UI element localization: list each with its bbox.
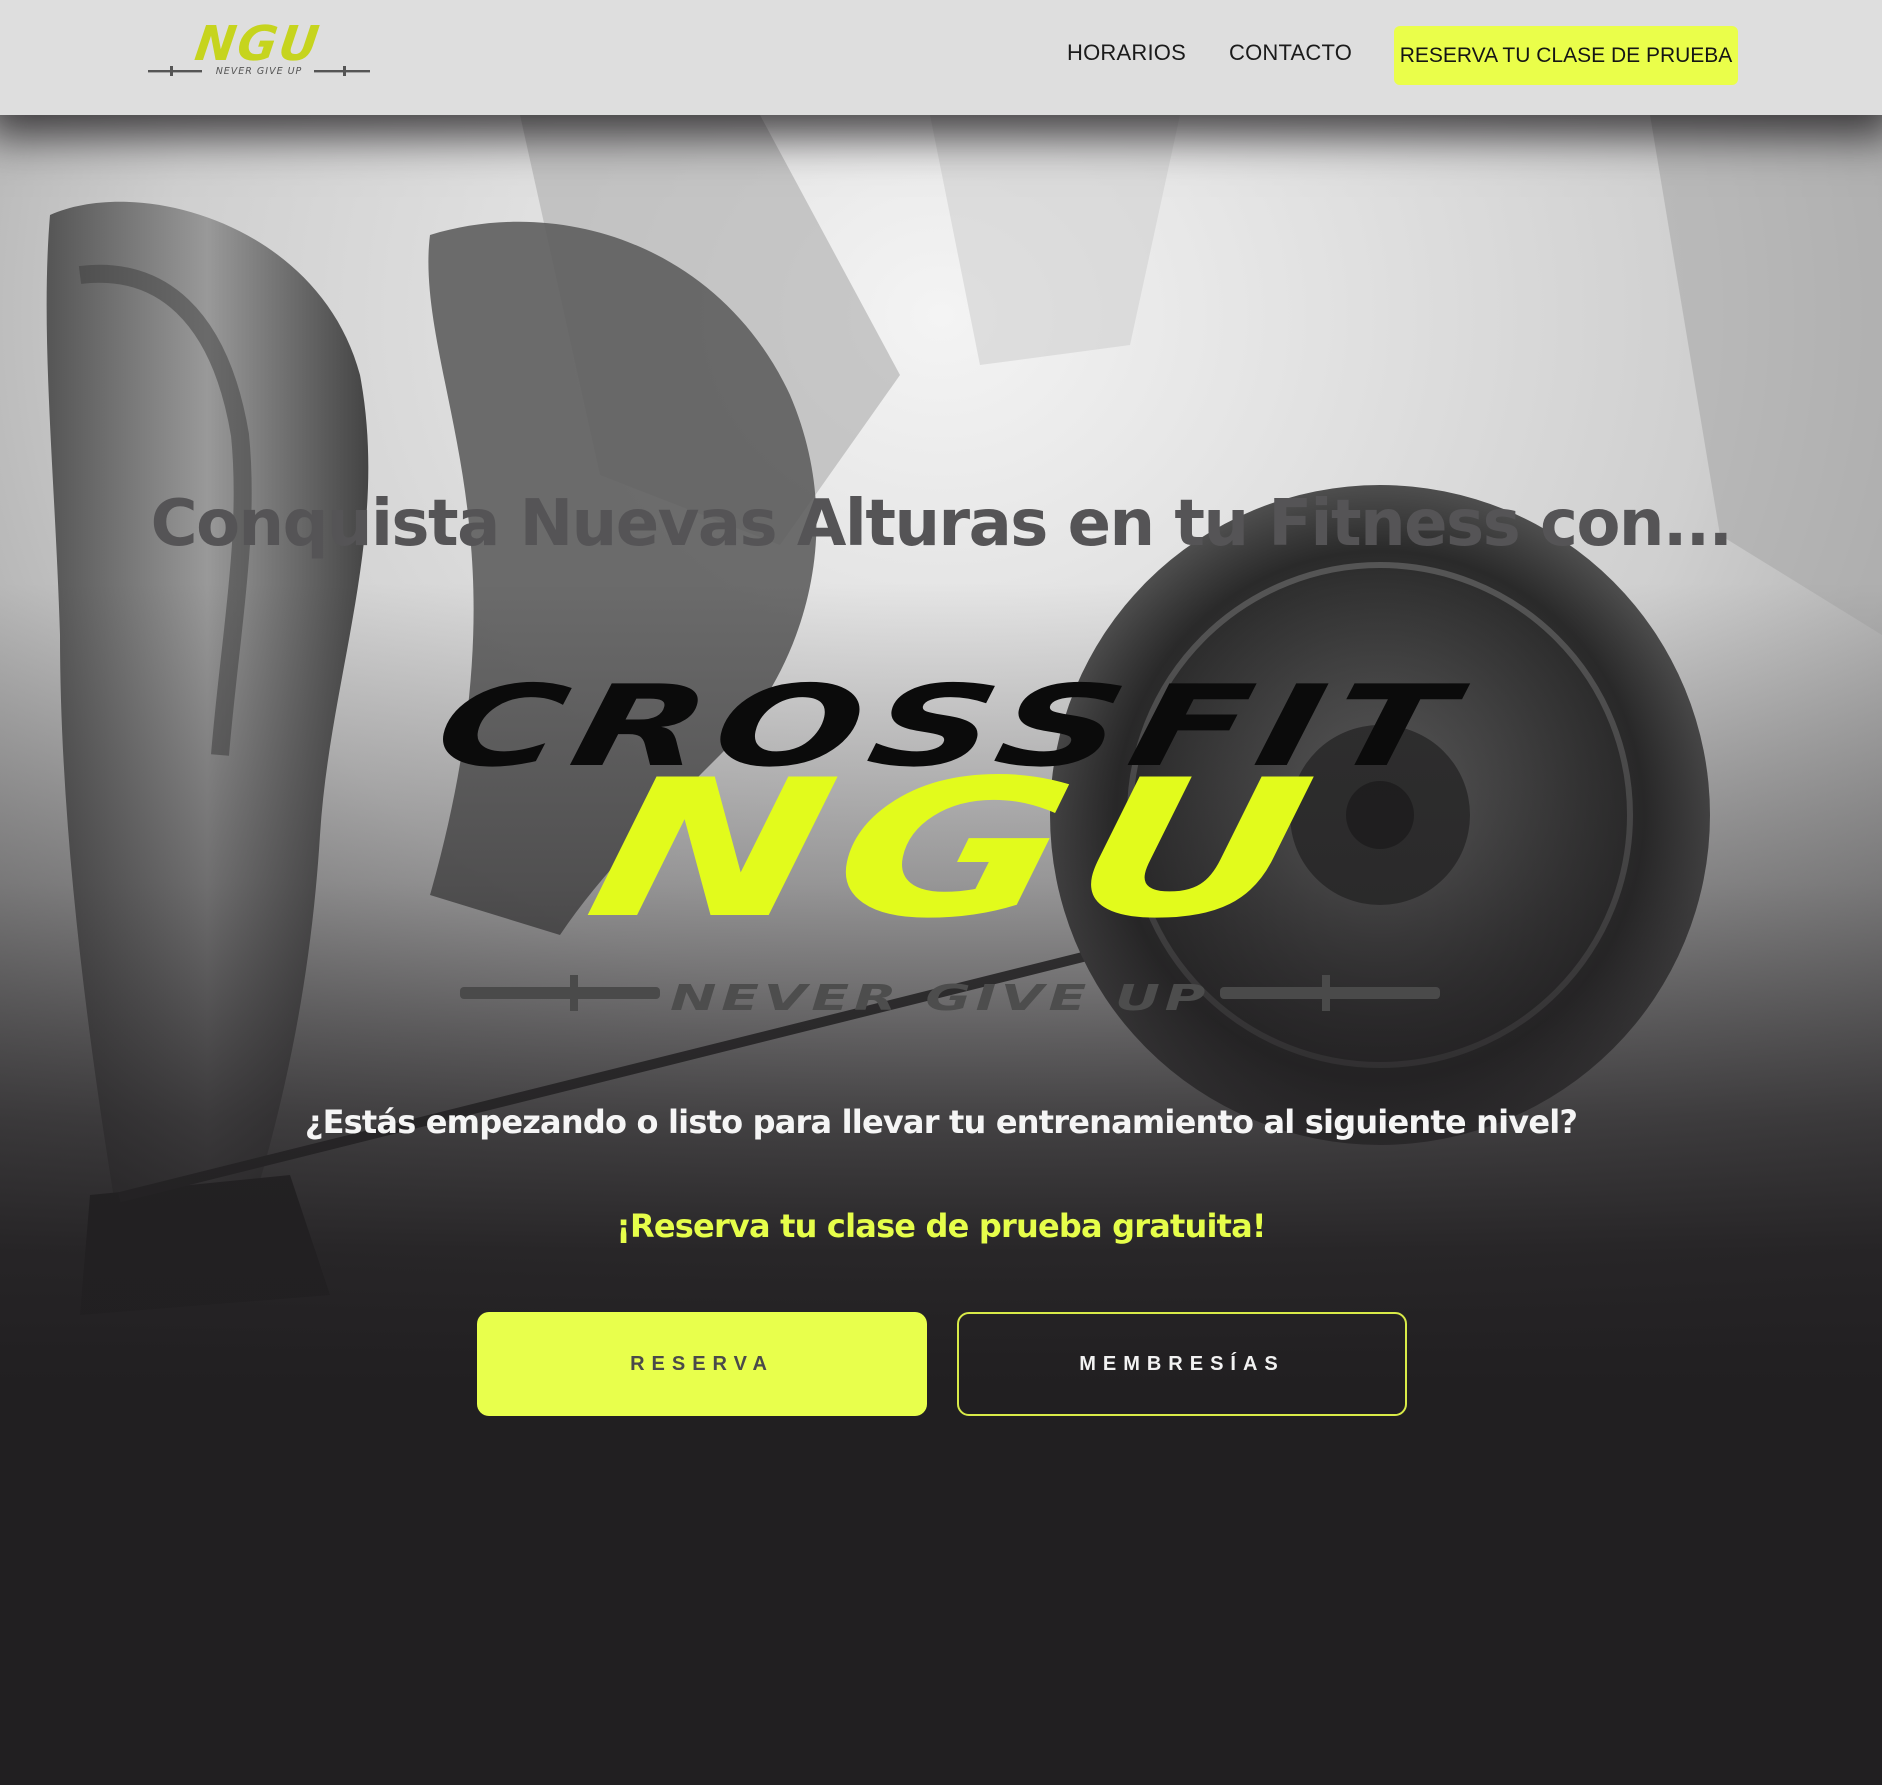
reserva-button[interactable]: RESERVA (477, 1312, 927, 1416)
ngu-logo-text: NGU (572, 740, 1339, 961)
never-give-up-tagline: NEVER GIVE UP (670, 978, 1210, 1019)
page: NGU NEVER GIVE UP HORARIOS CONTACTO RESE… (0, 0, 1882, 1785)
hero-offer: ¡Reserva tu clase de prueba gratuita! (616, 1207, 1266, 1245)
reserve-trial-class-button[interactable]: RESERVA TU CLASE DE PRUEBA (1394, 26, 1738, 85)
crossfit-ngu-logo: CROSSFIT NGU NEVER GIVE UP (425, 665, 1475, 1019)
nav-contacto[interactable]: CONTACTO (1229, 40, 1352, 66)
hero-section: Conquista Nuevas Alturas en tu Fitness c… (0, 115, 1882, 1785)
membresias-button[interactable]: MEMBRESÍAS (957, 1312, 1407, 1416)
brand-logo-text: NGU (192, 22, 324, 72)
hero-question: ¿Estás empezando o listo para llevar tu … (304, 1103, 1578, 1141)
nav-horarios[interactable]: HORARIOS (1067, 40, 1186, 66)
hero-title: Conquista Nuevas Alturas en tu Fitness c… (150, 487, 1733, 561)
site-header: NGU NEVER GIVE UP HORARIOS CONTACTO RESE… (0, 0, 1882, 115)
brand-logo-tagline: NEVER GIVE UP (216, 66, 303, 77)
brand-logo[interactable]: NGU NEVER GIVE UP (146, 22, 372, 80)
